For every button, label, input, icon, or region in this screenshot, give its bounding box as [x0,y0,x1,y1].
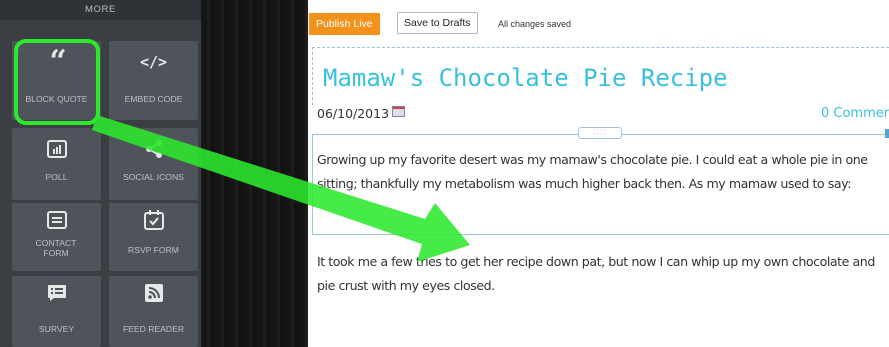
green-arrow-annotation [92,115,470,262]
